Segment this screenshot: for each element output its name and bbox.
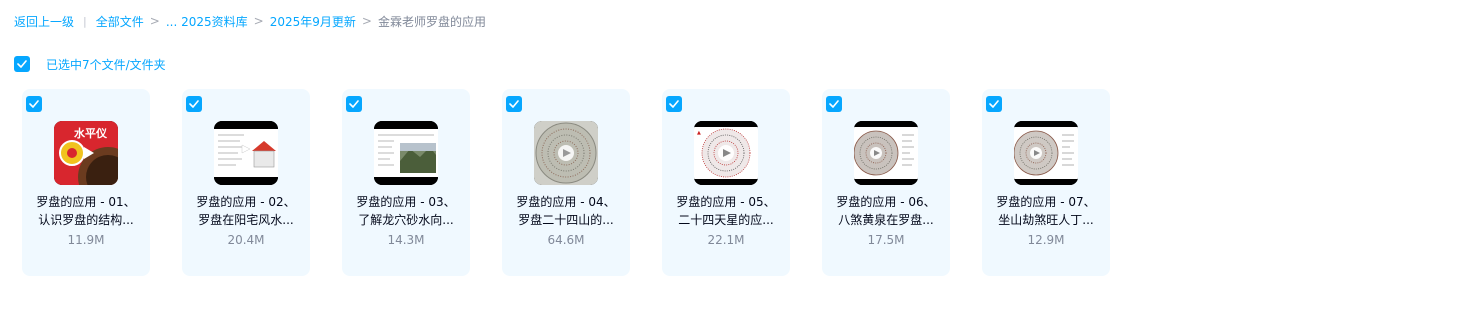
file-card[interactable]: 罗盘的应用 - 02、 罗盘在阳宅风水... 20.4M <box>182 89 310 276</box>
file-name: 罗盘的应用 - 05、 二十四天星的应... <box>666 193 786 229</box>
file-card[interactable]: 罗盘的应用 - 06、 八煞黄泉在罗盘... 17.5M <box>822 89 950 276</box>
file-size: 14.3M <box>387 233 425 247</box>
file-card[interactable]: 罗盘的应用 - 04、 罗盘二十四山的... 64.6M <box>502 89 630 276</box>
file-name: 罗盘的应用 - 02、 罗盘在阳宅风水... <box>186 193 306 229</box>
breadcrumb-2025-library[interactable]: ... 2025资料库 <box>166 13 248 30</box>
file-name-line-2: 罗盘二十四山的... <box>518 213 614 227</box>
breadcrumb: 返回上一级 | 全部文件 > ... 2025资料库 > 2025年9月更新 >… <box>14 11 486 31</box>
file-checkbox[interactable] <box>346 96 362 112</box>
file-name: 罗盘的应用 - 03、 了解龙穴砂水向... <box>346 193 466 229</box>
file-name-line-1: 罗盘的应用 - 03、 <box>356 195 456 209</box>
file-name-line-1: 罗盘的应用 - 04、 <box>516 195 616 209</box>
file-name-line-2: 二十四天星的应... <box>678 213 774 227</box>
check-icon <box>29 100 39 108</box>
file-name-line-1: 罗盘的应用 - 05、 <box>676 195 776 209</box>
file-card[interactable]: 罗盘的应用 - 03、 了解龙穴砂水向... 14.3M <box>342 89 470 276</box>
file-name: 罗盘的应用 - 06、 八煞黄泉在罗盘... <box>826 193 946 229</box>
file-size: 64.6M <box>547 233 585 247</box>
video-thumbnail <box>374 121 438 185</box>
file-name: 罗盘的应用 - 07、 坐山劫煞旺人丁... <box>986 193 1106 229</box>
file-checkbox[interactable] <box>666 96 682 112</box>
check-icon <box>189 100 199 108</box>
check-icon <box>349 100 359 108</box>
video-thumbnail: 水平仪 <box>54 121 118 185</box>
breadcrumb-september-update[interactable]: 2025年9月更新 <box>270 13 356 30</box>
file-name: 罗盘的应用 - 04、 罗盘二十四山的... <box>506 193 626 229</box>
file-size: 11.9M <box>67 233 105 247</box>
file-name-line-1: 罗盘的应用 - 06、 <box>836 195 936 209</box>
file-name-line-2: 认识罗盘的结构... <box>38 213 134 227</box>
selection-count-label: 已选中7个文件/文件夹 <box>46 57 166 72</box>
video-thumbnail <box>534 121 598 185</box>
file-name-line-1: 罗盘的应用 - 01、 <box>36 195 136 209</box>
file-card[interactable]: 水平仪 罗盘的应用 - 01、 认识罗盘的结构... 11.9M <box>22 89 150 276</box>
file-checkbox[interactable] <box>506 96 522 112</box>
check-icon <box>829 100 839 108</box>
chevron-right-icon: > <box>361 14 372 28</box>
file-name-line-2: 罗盘在阳宅风水... <box>198 213 294 227</box>
file-checkbox[interactable] <box>186 96 202 112</box>
file-name-line-2: 了解龙穴砂水向... <box>358 213 454 227</box>
file-checkbox[interactable] <box>826 96 842 112</box>
file-card[interactable]: 罗盘的应用 - 07、 坐山劫煞旺人丁... 12.9M <box>982 89 1110 276</box>
file-name: 罗盘的应用 - 01、 认识罗盘的结构... <box>26 193 146 229</box>
file-size: 20.4M <box>227 233 265 247</box>
check-icon <box>989 100 999 108</box>
file-size: 12.9M <box>1027 233 1065 247</box>
select-all-row: 已选中7个文件/文件夹 <box>14 55 166 73</box>
file-checkbox[interactable] <box>986 96 1002 112</box>
check-icon <box>509 100 519 108</box>
file-name-line-2: 八煞黄泉在罗盘... <box>838 213 934 227</box>
breadcrumb-all-files[interactable]: 全部文件 <box>96 13 144 30</box>
video-thumbnail <box>854 121 918 185</box>
file-card[interactable]: ▲ 罗盘的应用 - 05、 二十四天星的应... 22.1M <box>662 89 790 276</box>
check-icon <box>17 60 27 68</box>
video-thumbnail <box>214 121 278 185</box>
file-name-line-1: 罗盘的应用 - 02、 <box>196 195 296 209</box>
file-size: 17.5M <box>867 233 905 247</box>
chevron-right-icon: > <box>253 14 264 28</box>
file-checkbox[interactable] <box>26 96 42 112</box>
video-thumbnail: ▲ <box>694 121 758 185</box>
chevron-right-icon: > <box>149 14 160 28</box>
file-size: 22.1M <box>707 233 745 247</box>
breadcrumb-current-folder: 金霖老师罗盘的应用 <box>377 14 486 29</box>
file-grid: 水平仪 罗盘的应用 - 01、 认识罗盘的结构... 11.9M 罗盘的应用 -… <box>22 89 1142 276</box>
svg-text:水平仪: 水平仪 <box>74 126 108 140</box>
video-thumbnail <box>1014 121 1078 185</box>
select-all-checkbox[interactable] <box>14 56 30 72</box>
back-link[interactable]: 返回上一级 <box>14 13 74 30</box>
check-icon <box>669 100 679 108</box>
file-name-line-2: 坐山劫煞旺人丁... <box>998 213 1094 227</box>
svg-text:▲: ▲ <box>697 130 701 136</box>
file-name-line-1: 罗盘的应用 - 07、 <box>996 195 1096 209</box>
breadcrumb-divider: | <box>83 14 87 28</box>
